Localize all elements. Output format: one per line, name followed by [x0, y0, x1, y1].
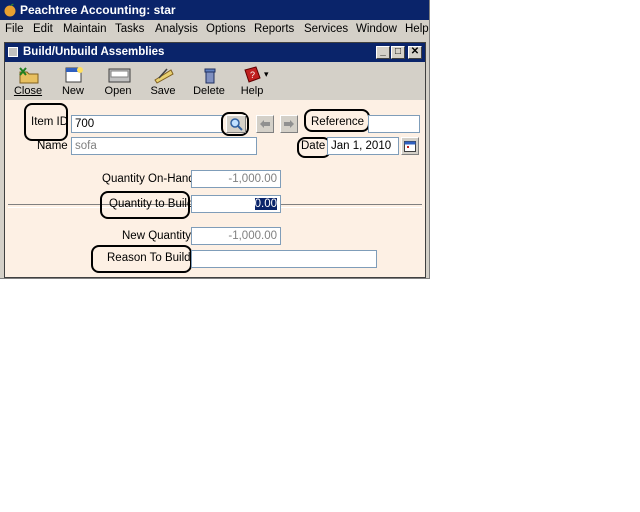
minimize-button[interactable]: _ [376, 46, 390, 59]
name-label: Name [37, 140, 68, 152]
menu-reports[interactable]: Reports [254, 23, 294, 35]
previous-item-button[interactable] [256, 115, 274, 133]
menu-options[interactable]: Options [206, 23, 246, 35]
svg-text:?: ? [250, 70, 255, 80]
new-button[interactable]: New [53, 64, 93, 98]
save-icon [154, 68, 174, 84]
item-id-field[interactable]: 700 [71, 115, 223, 133]
qty-on-hand-label: Quantity On-Hand [102, 173, 195, 185]
build-unbuild-window: Build/Unbuild Assemblies _ □ ✕ Close New [4, 42, 426, 278]
new-qty-field: -1,000.00 [191, 227, 281, 245]
reason-field[interactable] [191, 250, 377, 268]
qty-to-build-field[interactable]: 0.00 [191, 195, 281, 213]
name-field: sofa [71, 137, 257, 155]
arrow-left-icon [260, 120, 270, 128]
menu-analysis[interactable]: Analysis [155, 23, 198, 35]
lookup-button[interactable] [226, 115, 246, 133]
menu-maintain[interactable]: Maintain [63, 23, 106, 35]
item-id-label: Item ID [31, 116, 69, 128]
maximize-button[interactable]: □ [391, 46, 405, 59]
save-button[interactable]: Save [143, 64, 183, 98]
close-folder-icon [19, 67, 39, 84]
menu-help[interactable]: Help [405, 23, 429, 35]
reference-field[interactable] [368, 115, 420, 133]
date-field[interactable]: Jan 1, 2010 [327, 137, 399, 155]
save-label: Save [150, 85, 176, 97]
window-title: Build/Unbuild Assemblies [23, 46, 165, 58]
menu-tasks[interactable]: Tasks [115, 23, 144, 35]
new-label: New [61, 85, 84, 97]
calendar-icon [404, 141, 416, 152]
reference-label: Reference [311, 116, 365, 128]
window-icon [8, 47, 18, 57]
close-label: Close [13, 85, 43, 97]
app-window: Peachtree Accounting: star File Edit Mai… [0, 0, 430, 279]
toolbar: Close New Open Save Delete ? Help ▾ [5, 62, 425, 100]
new-document-icon [65, 67, 83, 83]
close-window-button[interactable]: ✕ [408, 46, 422, 59]
app-title: Peachtree Accounting: star [20, 3, 176, 17]
menu-edit[interactable]: Edit [33, 23, 53, 35]
calendar-button[interactable] [401, 137, 419, 155]
menu-bar: File Edit Maintain Tasks Analysis Option… [0, 20, 429, 39]
help-dropdown-arrow-icon[interactable]: ▾ [264, 69, 269, 80]
delete-label: Delete [193, 85, 225, 97]
arrow-right-icon [284, 120, 294, 128]
child-title-bar: Build/Unbuild Assemblies _ □ ✕ [5, 43, 425, 62]
help-label: Help [240, 85, 264, 97]
new-qty-label: New Quantity [122, 230, 192, 242]
date-label: Date [301, 140, 326, 152]
reason-label: Reason To Build [107, 252, 191, 264]
help-button[interactable]: ? Help ▾ [232, 64, 272, 98]
close-button[interactable]: Close [8, 64, 48, 98]
menu-services[interactable]: Services [304, 23, 348, 35]
trash-icon [204, 68, 216, 84]
open-button[interactable]: Open [98, 64, 138, 98]
assembly-form: Item ID 700 Reference Name sofa Date Jan… [5, 100, 425, 277]
peachtree-logo-icon [4, 3, 16, 17]
open-icon [108, 68, 131, 83]
open-label: Open [104, 85, 132, 97]
magnifier-icon [230, 118, 243, 131]
qty-on-hand-field: -1,000.00 [191, 170, 281, 188]
menu-file[interactable]: File [5, 23, 24, 35]
qty-to-build-value: 0.00 [254, 198, 277, 210]
delete-button[interactable]: Delete [189, 64, 229, 98]
menu-window[interactable]: Window [356, 23, 397, 35]
app-title-bar: Peachtree Accounting: star [0, 0, 429, 20]
qty-to-build-label: Quantity to Build [109, 198, 194, 210]
next-item-button[interactable] [280, 115, 298, 133]
